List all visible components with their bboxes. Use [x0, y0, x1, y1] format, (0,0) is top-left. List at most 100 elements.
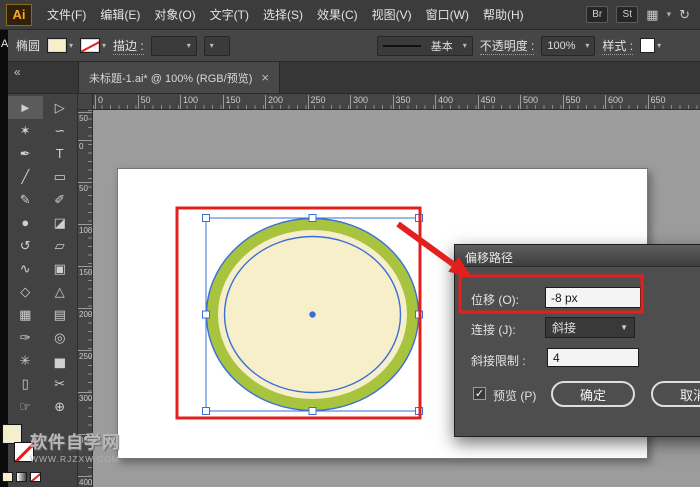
- artboard-tool[interactable]: ▯: [8, 372, 43, 395]
- tab-close-icon[interactable]: ×: [261, 70, 269, 85]
- sync-icon[interactable]: ↻: [679, 7, 690, 23]
- join-dropdown[interactable]: 斜接 ▼: [545, 317, 635, 338]
- pen-tool[interactable]: ✒: [8, 142, 43, 165]
- gradient-tool[interactable]: ▤: [43, 303, 78, 326]
- blend-tool[interactable]: ◎: [43, 326, 78, 349]
- mesh-tool[interactable]: ▦: [8, 303, 43, 326]
- ruler-horizontal[interactable]: 0 50 100 150 200 250 300 350 400 450 500 550 600 650: [93, 94, 700, 110]
- caret-down-icon: ▾: [585, 41, 590, 50]
- brush-definition-combo[interactable]: 基本 ▾: [376, 35, 473, 56]
- selection-tool[interactable]: ►: [8, 96, 43, 119]
- cancel-button[interactable]: 取消: [651, 381, 700, 407]
- ruler-h-label: 200: [265, 95, 283, 109]
- rectangle-tool[interactable]: ▭: [43, 165, 78, 188]
- eraser-tool[interactable]: ◪: [43, 211, 78, 234]
- fill-color-control[interactable]: ▾: [47, 38, 73, 53]
- lasso-tool[interactable]: ∽: [43, 119, 78, 142]
- fill-indicator-swatch[interactable]: [2, 424, 22, 444]
- selection-handle[interactable]: [202, 214, 210, 222]
- selection-handle[interactable]: [415, 310, 423, 319]
- ruler-h-label: 0: [95, 95, 103, 109]
- selection-handle[interactable]: [202, 407, 210, 415]
- stroke-color-control[interactable]: ▾: [80, 38, 106, 53]
- shape-builder-tool[interactable]: ◇: [8, 280, 43, 303]
- menu-item-7[interactable]: 窗口(W): [419, 0, 476, 30]
- bridge-button[interactable]: Br: [586, 6, 609, 23]
- pencil-tool[interactable]: ✐: [43, 188, 78, 211]
- illustrator-window: Ai 文件(F) 编辑(E) 对象(O) 文字(T) 选择(S) 效果(C) 视图(V) 窗口…: [0, 0, 700, 487]
- zoom-tool[interactable]: ⊕: [43, 395, 78, 418]
- symbol-sprayer-tool[interactable]: ✳: [8, 349, 43, 372]
- type-tool[interactable]: T: [43, 142, 78, 165]
- document-tab[interactable]: 未标题-1.ai* @ 100% (RGB/预览) ×: [78, 62, 280, 93]
- eyedropper-tool[interactable]: ✑: [8, 326, 43, 349]
- direct-selection-tool[interactable]: ▷: [43, 96, 78, 119]
- style-swatch[interactable]: [640, 38, 656, 53]
- ruler-h-label: 300: [350, 95, 368, 109]
- style-label[interactable]: 样式 :: [602, 37, 634, 55]
- opacity-combo[interactable]: 100% ▾: [541, 35, 596, 56]
- color-mode-button[interactable]: [2, 472, 13, 482]
- selection-handle[interactable]: [415, 214, 423, 222]
- ruler-v-label: 150: [78, 266, 93, 277]
- variable-width-combo[interactable]: ▾: [203, 35, 230, 56]
- preview-checkbox[interactable]: ✓: [473, 387, 486, 400]
- stroke-weight-combo[interactable]: ▾: [150, 35, 197, 56]
- menu-item-5[interactable]: 效果(C): [310, 0, 365, 30]
- ok-button[interactable]: 确定: [551, 381, 635, 407]
- selection-handle[interactable]: [415, 407, 423, 415]
- menu-item-3[interactable]: 文字(T): [203, 0, 256, 30]
- selection-handle[interactable]: [308, 407, 317, 415]
- menu-item-1[interactable]: 编辑(E): [93, 0, 147, 30]
- menu-item-4[interactable]: 选择(S): [256, 0, 310, 30]
- ruler-h-label: 350: [392, 95, 411, 109]
- selection-handle[interactable]: [308, 214, 317, 222]
- ruler-h-label: 650: [647, 95, 666, 109]
- watermark-url: WWW.RJZXW.COM: [30, 454, 120, 464]
- gradient-mode-button[interactable]: [16, 472, 27, 482]
- fill-color-swatch[interactable]: [47, 38, 68, 53]
- caret-down-icon: ▾: [102, 41, 107, 50]
- scale-tool[interactable]: ▱: [43, 234, 78, 257]
- ruler-corner[interactable]: [78, 94, 93, 110]
- column-graph-tool[interactable]: ▅: [43, 349, 78, 372]
- style-control[interactable]: ▾: [640, 38, 661, 53]
- none-mode-button[interactable]: [30, 472, 41, 482]
- stroke-weight-label[interactable]: 描边 :: [113, 37, 144, 55]
- miter-limit-input[interactable]: [547, 348, 639, 367]
- rotate-tool[interactable]: ↺: [8, 234, 43, 257]
- stroke-none-swatch[interactable]: [80, 38, 101, 53]
- blob-brush-tool[interactable]: ●: [8, 211, 43, 234]
- paintbrush-tool[interactable]: ✎: [8, 188, 43, 211]
- selection-handle[interactable]: [202, 310, 210, 319]
- free-transform-tool[interactable]: ▣: [43, 257, 78, 280]
- opacity-label[interactable]: 不透明度 :: [479, 37, 535, 55]
- offset-input[interactable]: [545, 287, 641, 308]
- menu-items: 文件(F) 编辑(E) 对象(O) 文字(T) 选择(S) 效果(C) 视图(V) 窗口(W)…: [40, 0, 531, 30]
- offset-label: 位移 (O):: [471, 293, 519, 307]
- caret-down-icon: ▾: [186, 41, 191, 50]
- slice-tool[interactable]: ✂: [43, 372, 78, 395]
- preview-label[interactable]: 预览 (P): [493, 387, 536, 404]
- menu-item-8[interactable]: 帮助(H): [476, 0, 531, 30]
- menu-item-6[interactable]: 视图(V): [365, 0, 419, 30]
- toolbar-collapse-button[interactable]: «: [8, 62, 78, 93]
- dialog-title[interactable]: 偏移路径: [455, 245, 700, 267]
- center-anchor-point[interactable]: [309, 311, 316, 318]
- workspace-grid-icon[interactable]: ▦: [646, 7, 658, 23]
- width-tool[interactable]: ∿: [8, 257, 43, 280]
- ruler-v-label: 400: [78, 476, 93, 487]
- tool-grid: ► ▷ ✶ ∽ ✒ T ╱ ▭ ✎ ✐ ● ◪ ↺ ▱ ∿ ▣ ◇ △ ▦ ▤ ✑ ◎ ✳ ▅ ▯ ✂ ☞ ⊕: [8, 94, 77, 418]
- color-mode-buttons: [2, 472, 41, 482]
- perspective-grid-tool[interactable]: △: [43, 280, 78, 303]
- caret-down-icon: ▾: [462, 41, 467, 50]
- workspace-caret-icon[interactable]: ▾: [667, 9, 672, 20]
- menu-item-0[interactable]: 文件(F): [40, 0, 93, 30]
- line-segment-tool[interactable]: ╱: [8, 165, 43, 188]
- app-logo[interactable]: Ai: [6, 3, 32, 26]
- hand-tool[interactable]: ☞: [8, 395, 43, 418]
- magic-wand-tool[interactable]: ✶: [8, 119, 43, 142]
- stock-button[interactable]: St: [616, 6, 639, 23]
- ruler-v-label: 50: [78, 182, 92, 193]
- menu-item-2[interactable]: 对象(O): [147, 0, 202, 30]
